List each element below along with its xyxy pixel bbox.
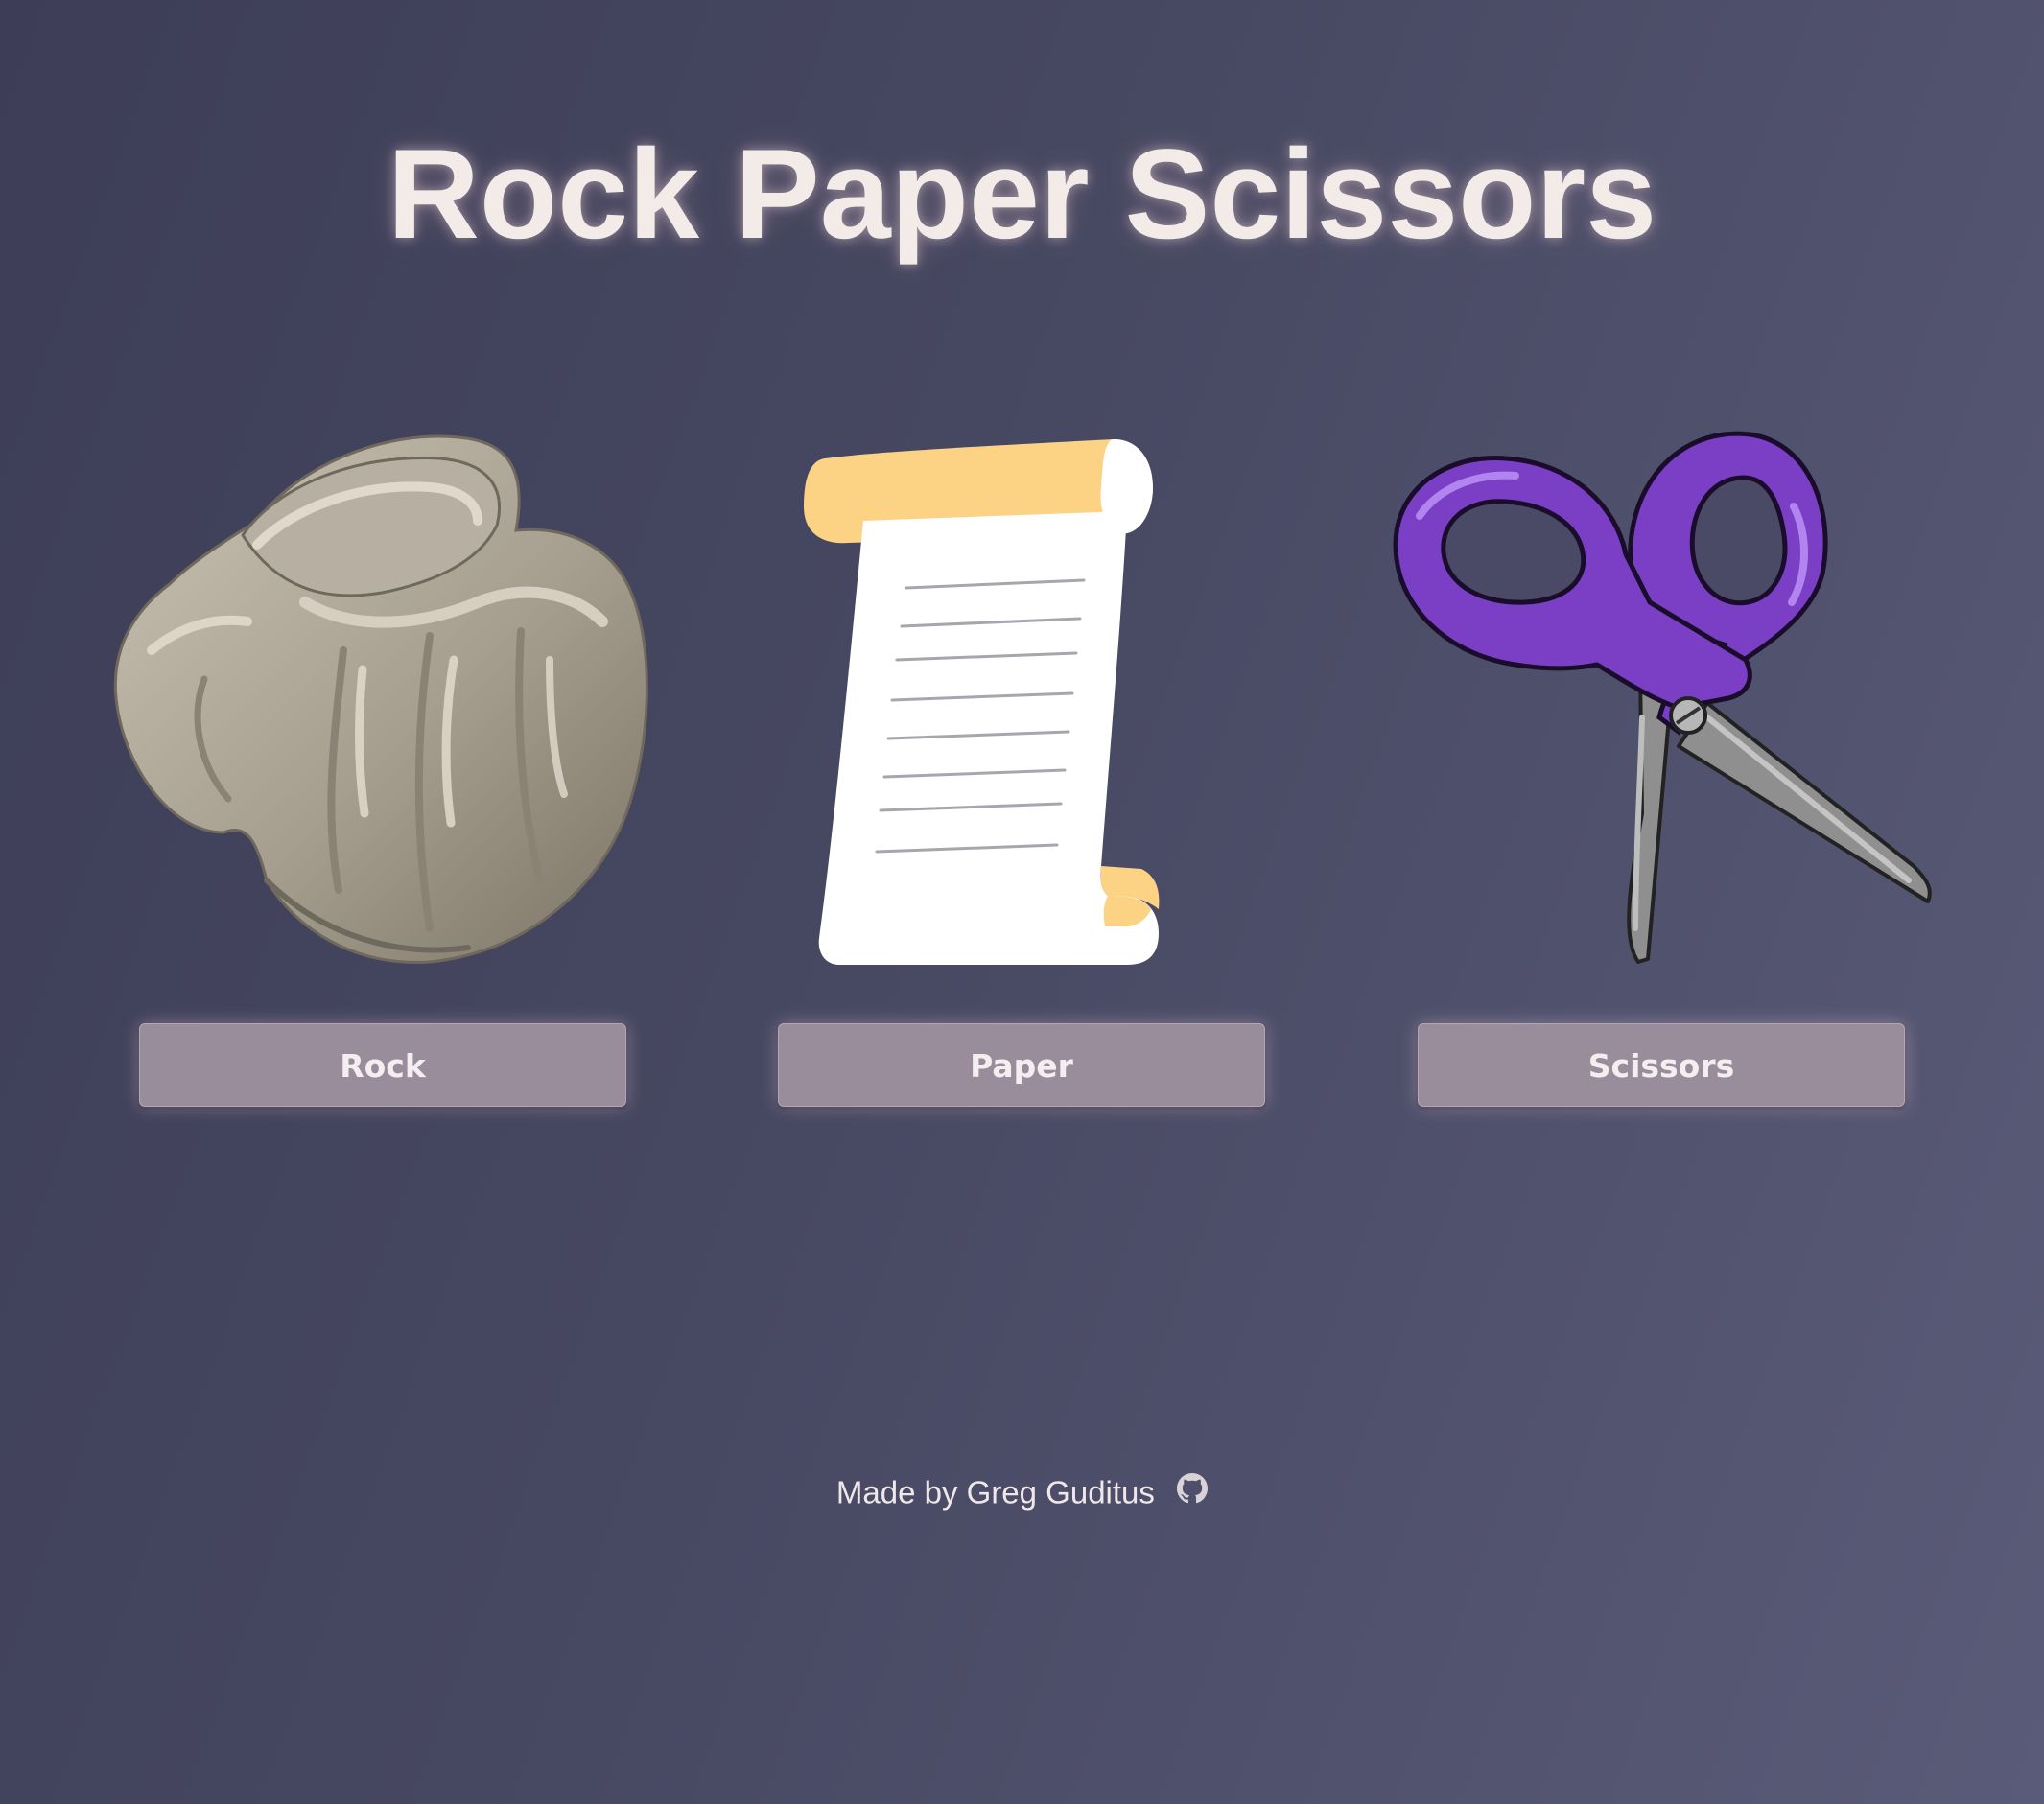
scissors-icon — [1391, 430, 1938, 967]
rock-button[interactable]: Rock — [139, 1023, 626, 1107]
github-icon[interactable] — [1177, 1473, 1209, 1504]
paper-button[interactable]: Paper — [778, 1023, 1265, 1107]
scissors-button[interactable]: Scissors — [1418, 1023, 1905, 1107]
paper-scroll-icon — [796, 430, 1189, 967]
footer-credit: Made by Greg Guditus — [835, 1474, 1155, 1511]
page-title: Rock Paper Scissors — [387, 124, 1657, 266]
footer: Made by Greg Guditus — [0, 1467, 2044, 1515]
rock-icon — [113, 430, 655, 967]
